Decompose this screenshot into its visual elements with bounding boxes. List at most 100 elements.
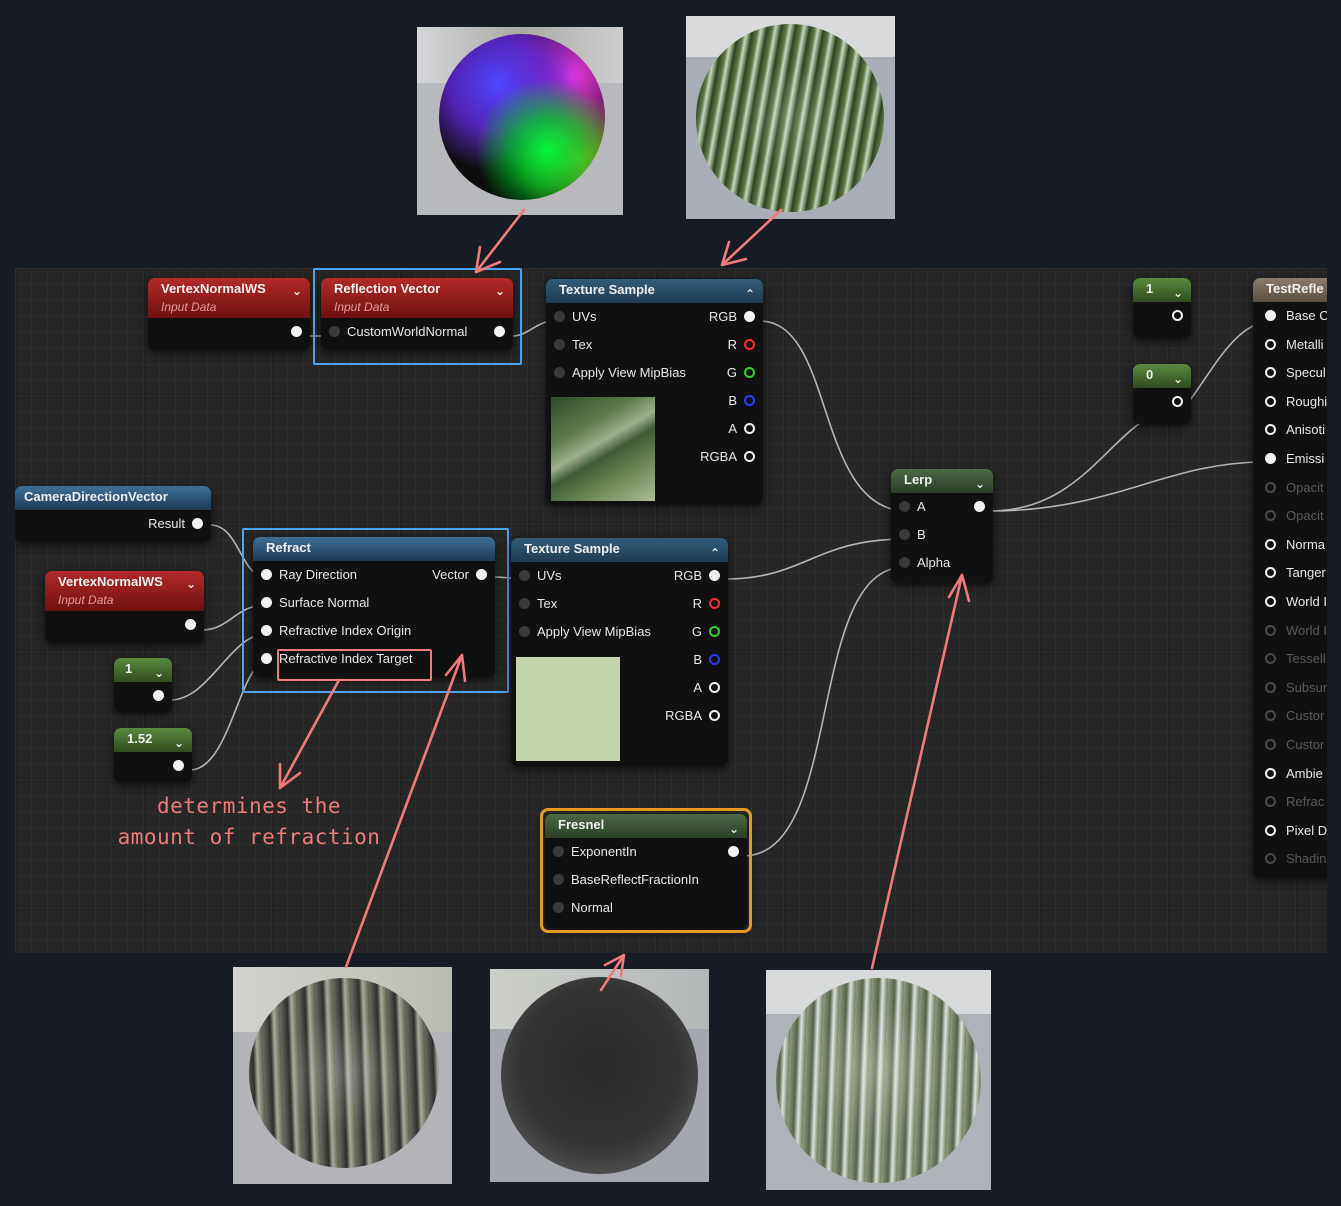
input-pin[interactable] — [1265, 395, 1276, 407]
material-input-row[interactable]: Shadin — [1253, 845, 1327, 874]
output-pin-g[interactable] — [709, 626, 720, 637]
constant-node-1[interactable]: 1 ⌄ — [114, 658, 172, 712]
material-input-row[interactable]: Base C — [1253, 302, 1327, 331]
pin-label-g: G — [691, 624, 702, 639]
final-result-preview-image — [766, 970, 991, 1190]
pin-label-tex: Tex — [537, 596, 558, 611]
material-input-row[interactable]: Custor — [1253, 731, 1327, 760]
chevron-down-icon[interactable]: ⌄ — [174, 732, 184, 752]
output-pin[interactable] — [1172, 396, 1183, 407]
input-pin[interactable] — [1265, 481, 1276, 493]
input-pin[interactable] — [1265, 738, 1276, 750]
constant-node-top-1[interactable]: 1 ⌄ — [1133, 278, 1191, 338]
chevron-down-icon[interactable]: ⌄ — [1173, 368, 1183, 388]
material-input-row[interactable]: Tanger — [1253, 559, 1327, 588]
input-pin[interactable] — [1265, 595, 1276, 607]
lerp-node[interactable]: Lerp ⌄ A B Alpha — [891, 469, 993, 583]
output-pin-a[interactable] — [709, 682, 720, 693]
pin-label-r: R — [727, 337, 737, 352]
output-pin[interactable] — [173, 760, 184, 771]
input-pin[interactable] — [1265, 424, 1276, 436]
input-pin[interactable] — [519, 570, 530, 581]
chevron-up-icon[interactable]: ⌃ — [710, 542, 720, 562]
material-input-row[interactable]: Pixel D — [1253, 817, 1327, 846]
input-pin[interactable] — [554, 311, 565, 322]
material-input-row[interactable]: Subsur — [1253, 674, 1327, 703]
material-input-row[interactable]: Metalli — [1253, 331, 1327, 360]
material-input-row[interactable]: Norma — [1253, 531, 1327, 560]
material-pin-label: Subsur — [1286, 679, 1327, 695]
constant-node-152[interactable]: 1.52 ⌄ — [114, 728, 192, 782]
chevron-down-icon[interactable]: ⌄ — [1173, 282, 1183, 302]
pin-label-result: Result — [148, 516, 185, 531]
input-pin[interactable] — [1265, 681, 1276, 693]
material-output-node[interactable]: TestRefle Base C Metalli Specul Roughi Aniso… — [1253, 278, 1327, 878]
chevron-down-icon[interactable]: ⌄ — [154, 662, 164, 682]
material-input-row[interactable]: Anisoti — [1253, 416, 1327, 445]
node-header: Texture Sample ⌃ — [546, 279, 763, 303]
input-pin[interactable] — [519, 598, 530, 609]
input-pin[interactable] — [554, 339, 565, 350]
input-pin[interactable] — [1265, 338, 1276, 350]
material-input-row[interactable]: Tessell — [1253, 645, 1327, 674]
material-pin-label: Emissi — [1286, 450, 1325, 466]
input-pin[interactable] — [1265, 624, 1276, 636]
input-pin[interactable] — [1265, 310, 1276, 321]
input-pin[interactable] — [899, 557, 910, 568]
input-pin[interactable] — [519, 626, 530, 637]
material-input-row[interactable]: Specul — [1253, 359, 1327, 388]
output-pin-r[interactable] — [744, 339, 755, 350]
vertex-normal-ws-node-top[interactable]: VertexNormalWS Input Data ⌄ — [148, 278, 310, 350]
chevron-up-icon[interactable]: ⌃ — [745, 283, 755, 303]
node-title: Texture Sample — [524, 541, 620, 556]
output-pin-b[interactable] — [744, 395, 755, 406]
material-input-row[interactable]: Emissi — [1253, 445, 1327, 474]
constant-node-top-0[interactable]: 0 ⌄ — [1133, 364, 1191, 424]
material-input-row[interactable]: World I — [1253, 588, 1327, 617]
material-input-row[interactable]: Roughi — [1253, 388, 1327, 417]
input-pin[interactable] — [1265, 538, 1276, 550]
output-pin[interactable] — [1172, 310, 1183, 321]
output-pin-rgba[interactable] — [744, 451, 755, 462]
material-input-row[interactable]: Custor — [1253, 702, 1327, 731]
camera-direction-vector-node[interactable]: CameraDirectionVector Result — [15, 486, 211, 542]
output-pin-a[interactable] — [744, 423, 755, 434]
input-pin[interactable] — [899, 501, 910, 512]
input-pin[interactable] — [1265, 824, 1276, 836]
node-title: TestRefle — [1266, 281, 1324, 296]
output-pin[interactable] — [974, 501, 985, 512]
material-input-row[interactable]: Refrac — [1253, 788, 1327, 817]
texture-sample-node-top[interactable]: Texture Sample ⌃ UVs RGB Tex R Apply View … — [546, 279, 763, 504]
chevron-down-icon[interactable]: ⌄ — [186, 575, 196, 593]
output-pin-rgb[interactable] — [709, 570, 720, 581]
output-pin-b[interactable] — [709, 654, 720, 665]
output-pin-rgb[interactable] — [744, 311, 755, 322]
input-pin[interactable] — [1265, 653, 1276, 665]
output-pin-r[interactable] — [709, 598, 720, 609]
vertex-normal-ws-node-left[interactable]: VertexNormalWS Input Data ⌄ — [45, 571, 204, 643]
input-pin[interactable] — [899, 529, 910, 540]
input-pin[interactable] — [554, 367, 565, 378]
input-pin[interactable] — [1265, 796, 1276, 808]
material-input-row[interactable]: Ambie — [1253, 760, 1327, 789]
output-pin[interactable] — [291, 326, 302, 337]
input-pin[interactable] — [1265, 510, 1276, 522]
texture-sample-node-middle[interactable]: Texture Sample ⌃ UVs RGB Tex R Apply View … — [511, 538, 728, 766]
input-pin[interactable] — [1265, 367, 1276, 379]
output-pin[interactable] — [185, 619, 196, 630]
material-input-row[interactable]: Opacit — [1253, 502, 1327, 531]
material-input-row[interactable]: World I — [1253, 617, 1327, 646]
output-pin-rgba[interactable] — [709, 710, 720, 721]
chevron-down-icon[interactable]: ⌄ — [975, 473, 985, 493]
output-pin[interactable] — [153, 690, 164, 701]
input-pin[interactable] — [1265, 710, 1276, 722]
input-pin[interactable] — [1265, 452, 1276, 464]
output-pin-g[interactable] — [744, 367, 755, 378]
input-pin[interactable] — [1265, 853, 1276, 865]
material-pin-label: Opacit — [1286, 479, 1324, 495]
input-pin[interactable] — [1265, 567, 1276, 579]
output-pin[interactable] — [192, 518, 203, 529]
material-input-row[interactable]: Opacit — [1253, 474, 1327, 503]
chevron-down-icon[interactable]: ⌄ — [292, 282, 302, 300]
input-pin[interactable] — [1265, 767, 1276, 779]
